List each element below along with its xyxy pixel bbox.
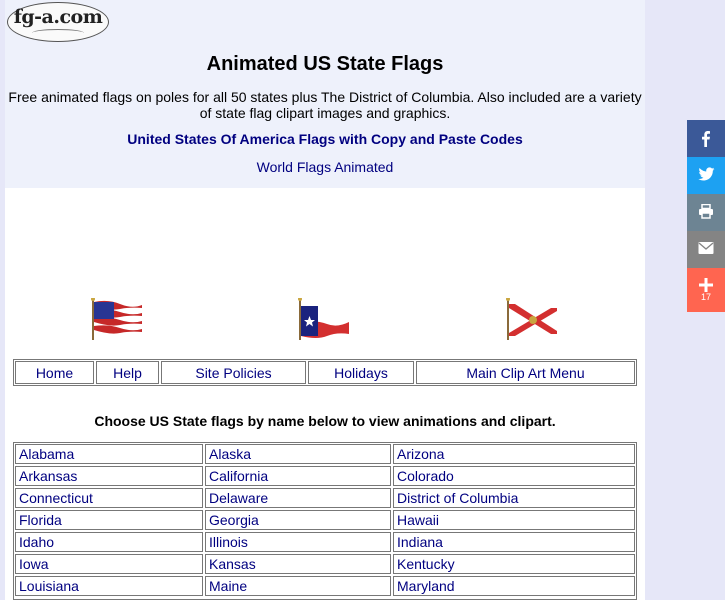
us-flag-icon[interactable]: [90, 298, 144, 340]
page-title: Animated US State Flags: [206, 53, 444, 75]
print-icon: [699, 204, 713, 219]
twitter-share-button[interactable]: [687, 157, 725, 194]
state-link[interactable]: Connecticut: [15, 488, 203, 508]
usa-flags-link[interactable]: United States Of America Flags with Copy…: [5, 131, 645, 147]
table-row: Iowa Kansas Kentucky: [15, 554, 635, 574]
email-icon: [698, 242, 714, 254]
logo-swoosh-icon: [32, 29, 84, 37]
table-row: Idaho Illinois Indiana: [15, 532, 635, 552]
more-share-button[interactable]: 17: [687, 268, 725, 312]
logo-text: fg-a.com: [13, 6, 103, 28]
nav-menu: Home Help Site Policies Holidays Main Cl…: [13, 359, 637, 386]
share-bar: 17: [687, 120, 725, 312]
state-link[interactable]: Arkansas: [15, 466, 203, 486]
intro-text: Free animated flags on poles for all 50 …: [8, 89, 642, 121]
state-link[interactable]: Idaho: [15, 532, 203, 552]
facebook-share-button[interactable]: [687, 120, 725, 157]
state-link[interactable]: Illinois: [205, 532, 391, 552]
state-link[interactable]: Alabama: [15, 444, 203, 464]
state-link[interactable]: Kansas: [205, 554, 391, 574]
email-share-button[interactable]: [687, 231, 725, 268]
state-link[interactable]: Colorado: [393, 466, 635, 486]
table-row: Alabama Alaska Arizona: [15, 444, 635, 464]
state-link[interactable]: Maine: [205, 576, 391, 596]
state-link[interactable]: Kentucky: [393, 554, 635, 574]
state-link[interactable]: Iowa: [15, 554, 203, 574]
nav-home-link[interactable]: Home: [15, 361, 94, 384]
state-link[interactable]: Georgia: [205, 510, 391, 530]
table-row: Arkansas California Colorado: [15, 466, 635, 486]
table-row: Florida Georgia Hawaii: [15, 510, 635, 530]
state-link[interactable]: Louisiana: [15, 576, 203, 596]
state-link[interactable]: Arizona: [393, 444, 635, 464]
nav-help-link[interactable]: Help: [96, 361, 159, 384]
state-link[interactable]: California: [205, 466, 391, 486]
states-table: Alabama Alaska Arizona Arkansas Californ…: [13, 442, 637, 600]
florida-flag-icon[interactable]: [505, 298, 559, 340]
site-logo[interactable]: fg-a.com: [7, 2, 109, 42]
share-count: 17: [700, 292, 711, 302]
state-link[interactable]: Maryland: [393, 576, 635, 596]
table-row: Connecticut Delaware District of Columbi…: [15, 488, 635, 508]
states-heading: Choose US State flags by name below to v…: [94, 413, 556, 429]
texas-flag-icon[interactable]: [297, 298, 351, 340]
state-link[interactable]: Alaska: [205, 444, 391, 464]
print-share-button[interactable]: [687, 194, 725, 231]
nav-site-policies-link[interactable]: Site Policies: [161, 361, 306, 384]
world-flags-link[interactable]: World Flags Animated: [5, 159, 645, 175]
state-link[interactable]: District of Columbia: [393, 488, 635, 508]
nav-main-clip-art-link[interactable]: Main Clip Art Menu: [416, 361, 635, 384]
main-content: fg-a.com Animated US State Flags Free an…: [5, 0, 645, 600]
header-panel: fg-a.com Animated US State Flags Free an…: [5, 0, 645, 188]
twitter-icon: [698, 167, 715, 181]
state-link[interactable]: Hawaii: [393, 510, 635, 530]
state-link[interactable]: Delaware: [205, 488, 391, 508]
table-row: Louisiana Maine Maryland: [15, 576, 635, 596]
nav-holidays-link[interactable]: Holidays: [308, 361, 414, 384]
state-link[interactable]: Indiana: [393, 532, 635, 552]
state-link[interactable]: Florida: [15, 510, 203, 530]
facebook-icon: [702, 131, 710, 147]
plus-icon: [699, 278, 713, 292]
